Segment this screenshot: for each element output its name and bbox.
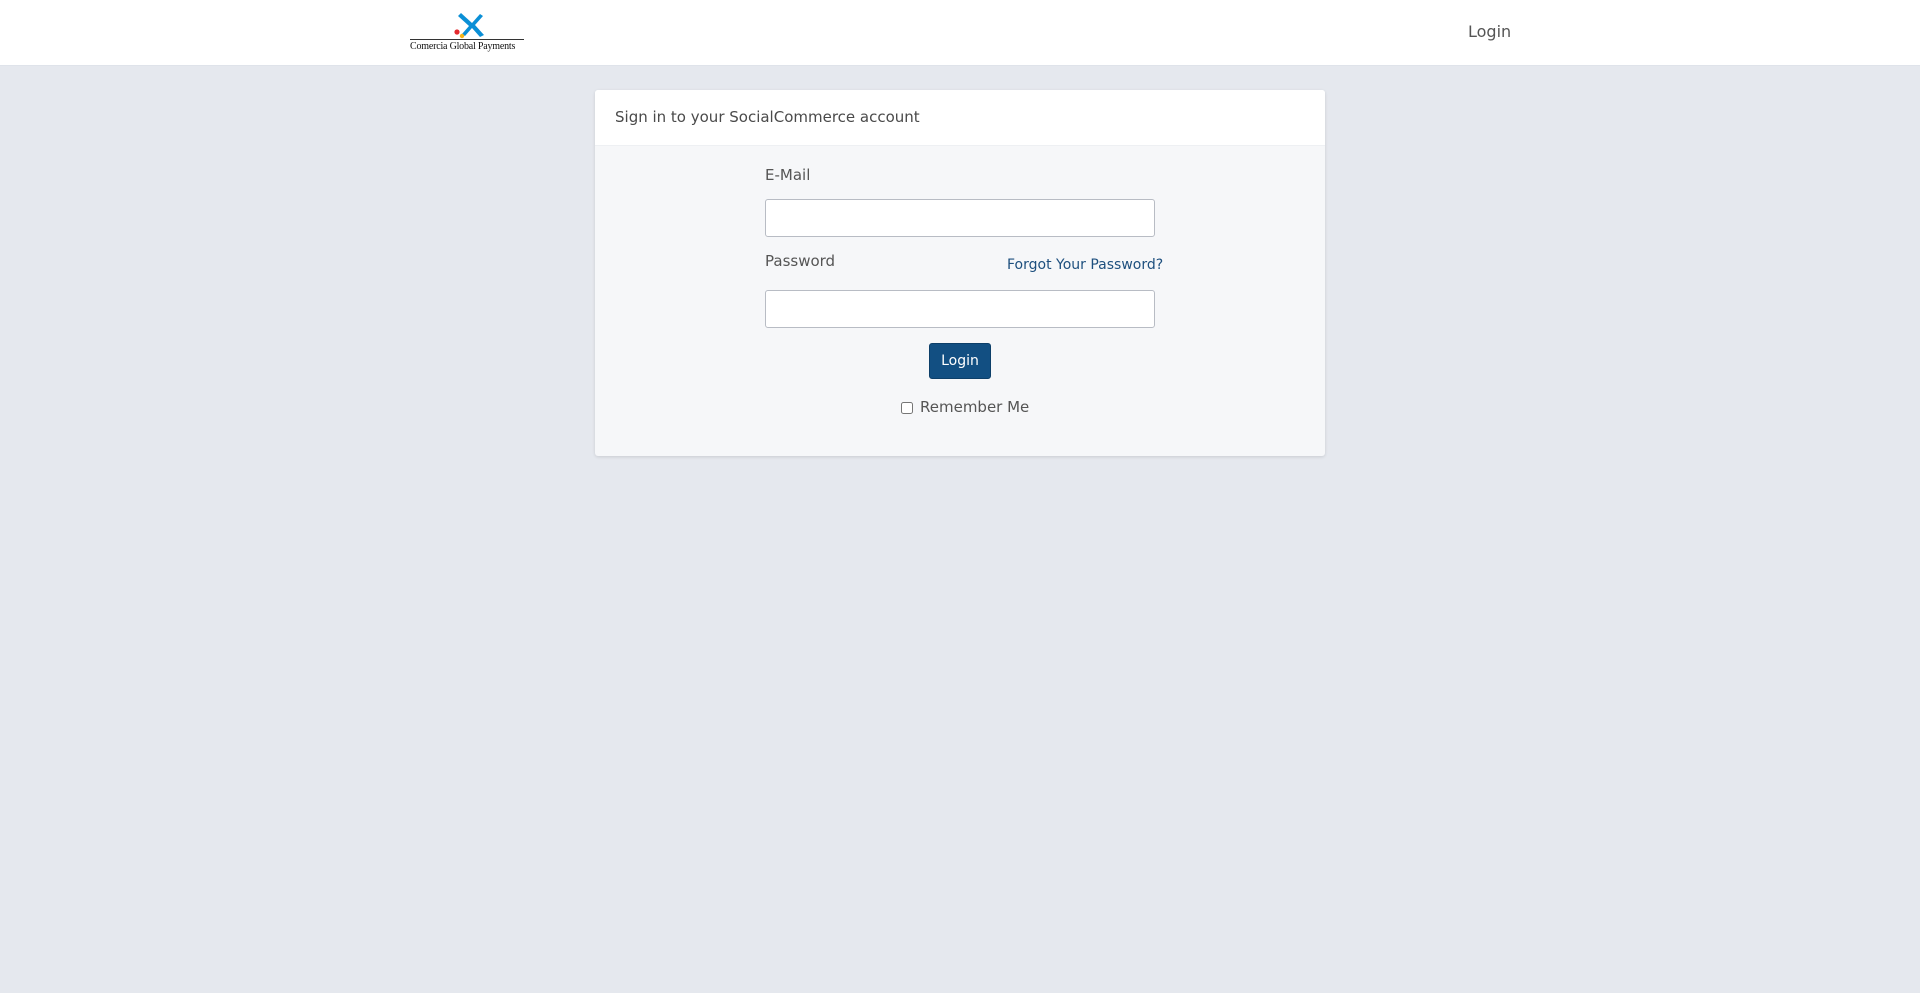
remember-me-label: Remember Me	[920, 398, 1030, 416]
card-title: Sign in to your SocialCommerce account	[595, 90, 1325, 146]
nav-login-link[interactable]: Login	[1468, 22, 1511, 41]
email-label: E-Mail	[765, 166, 811, 184]
forgot-password-link[interactable]: Forgot Your Password?	[1007, 257, 1163, 273]
top-navbar: Comercia Global Payments Login	[0, 0, 1920, 66]
login-card: Sign in to your SocialCommerce account E…	[595, 90, 1325, 456]
password-label: Password	[765, 252, 836, 270]
password-field[interactable]	[765, 290, 1155, 328]
remember-me-checkbox[interactable]	[901, 402, 913, 414]
star-logo-icon	[454, 13, 484, 39]
login-button[interactable]: Login	[929, 343, 991, 379]
logo-wordmark: Comercia Global Payments	[410, 39, 524, 52]
email-field[interactable]	[765, 199, 1155, 237]
remember-me[interactable]: Remember Me	[901, 398, 1029, 416]
company-logo[interactable]: Comercia Global Payments	[410, 11, 524, 53]
